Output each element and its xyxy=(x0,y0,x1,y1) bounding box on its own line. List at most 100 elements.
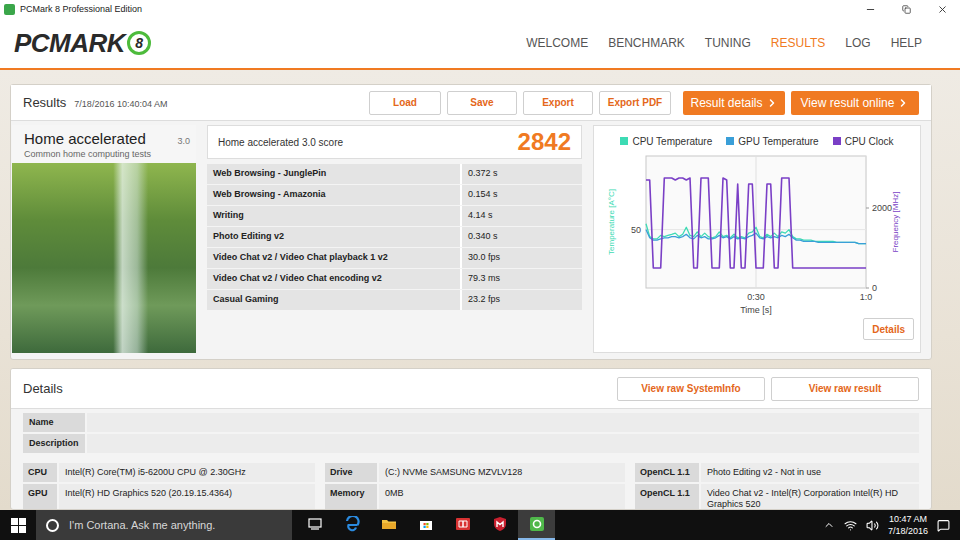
spec-value: Photo Editing v2 - Not in use xyxy=(701,463,919,482)
waterfall-photo xyxy=(12,163,196,353)
window-controls xyxy=(852,0,960,18)
benchmark-head: Home accelerated3.0 Common home computing… xyxy=(12,125,196,163)
cortana-search[interactable]: I'm Cortana. Ask me anything. xyxy=(36,510,292,540)
minimize-button[interactable] xyxy=(852,0,888,18)
restore-icon xyxy=(902,5,911,14)
results-action-button[interactable]: Export PDF xyxy=(599,91,671,115)
x-tick: 1:0 xyxy=(860,156,873,302)
test-name: Web Browsing - JunglePin xyxy=(207,164,462,184)
network-icon[interactable] xyxy=(844,519,857,532)
details-panel: Details View raw SystemInfoView raw resul… xyxy=(10,368,932,510)
taskbar-app[interactable] xyxy=(370,510,407,540)
results-header: Results7/18/2016 10:40:04 AMLoadSaveExpo… xyxy=(11,85,931,121)
svg-text:0: 0 xyxy=(872,283,877,293)
test-value: 4.14 s xyxy=(462,206,582,226)
taskbar-app[interactable] xyxy=(333,510,370,540)
spec-value: (C:) NVMe SAMSUNG MZVLV128 xyxy=(379,463,625,482)
details-body: Name Description CPUIntel(R) Core(TM) i5-6… xyxy=(11,409,931,510)
results-action-button[interactable]: Save xyxy=(447,91,517,115)
frequency-axis-label: Frequency [MHz] xyxy=(891,192,900,253)
logo-version: 8 xyxy=(127,31,151,55)
main-nav: WELCOME BENCHMARK TUNING RESULTS LOG HELP xyxy=(526,34,922,52)
task-view-icon xyxy=(307,516,323,532)
score-label: Home accelerated 3.0 score xyxy=(218,137,343,148)
time-axis-label: Time [s] xyxy=(740,305,772,315)
spec-grid: CPUIntel(R) Core(TM) i5-6200U CPU @ 2.30… xyxy=(23,463,919,510)
reader-app-icon xyxy=(455,516,471,532)
test-row: Web Browsing - JunglePin0.372 s xyxy=(207,164,582,184)
primary-button[interactable]: View result online xyxy=(791,91,919,115)
spec-cell: OpenCL 1.1Video Chat v2 - Intel(R) Corpo… xyxy=(635,484,919,510)
chevron-up-icon[interactable] xyxy=(823,519,835,531)
title-bar: PCMark 8 Professional Edition xyxy=(0,0,960,18)
primary-button[interactable]: Result details xyxy=(683,91,785,115)
taskbar-app[interactable] xyxy=(407,510,444,540)
field-label: Name xyxy=(23,413,85,432)
details-header: Details View raw SystemInfoView raw resul… xyxy=(11,369,931,409)
benchmark-version: 3.0 xyxy=(177,136,190,146)
pcmark-logo: PCMARK8 xyxy=(14,29,151,58)
app-icon xyxy=(4,4,15,15)
results-action-button[interactable]: Load xyxy=(369,91,441,115)
benchmark-title-row: Home accelerated3.0 xyxy=(24,130,190,147)
spec-label: Memory xyxy=(325,484,377,510)
details-title: Details xyxy=(23,381,63,396)
nav-item[interactable]: WELCOME xyxy=(526,34,588,52)
legend-item: GPU Temperature xyxy=(726,136,818,147)
legend-swatch xyxy=(833,137,841,145)
spec-value: Intel(R) HD Graphics 520 (20.19.15.4364) xyxy=(59,484,315,510)
chart-details-button[interactable]: Details xyxy=(863,318,914,340)
chart-panel: CPU TemperatureGPU TemperatureCPU Clock0… xyxy=(593,125,921,353)
details-action-button[interactable]: View raw result xyxy=(771,377,919,401)
spec-cell: Memory0MB xyxy=(325,484,625,510)
app-header: PCMARK8 WELCOME BENCHMARK TUNING RESULTS LOG H… xyxy=(0,18,960,70)
benchmark-description: Common home computing tests xyxy=(24,149,190,159)
taskbar-app[interactable] xyxy=(481,510,518,540)
spec-value: Intel(R) Core(TM) i5-6200U CPU @ 2.30GHz xyxy=(59,463,315,482)
edge-browser-icon xyxy=(344,516,360,532)
series-line xyxy=(646,230,866,244)
nav-item[interactable]: BENCHMARK xyxy=(608,34,685,52)
spec-value: Video Chat v2 - Intel(R) Corporation Int… xyxy=(701,484,919,510)
frequency-tick: 2000 xyxy=(866,203,892,213)
close-button[interactable] xyxy=(924,0,960,18)
spec-cell: GPUIntel(R) HD Graphics 520 (20.19.15.43… xyxy=(23,484,315,510)
test-row: Casual Gaming23.2 fps xyxy=(207,290,582,310)
search-placeholder: I'm Cortana. Ask me anything. xyxy=(69,519,215,531)
taskbar-app[interactable] xyxy=(296,510,333,540)
test-value: 30.0 fps xyxy=(462,248,582,268)
start-button[interactable] xyxy=(0,510,36,540)
minimize-icon xyxy=(865,4,876,15)
field-row: Description xyxy=(23,434,919,453)
clock[interactable]: 10:47 AM7/18/2016 xyxy=(888,513,928,537)
taskbar-app[interactable] xyxy=(444,510,481,540)
volume-icon[interactable] xyxy=(866,519,879,532)
chevron-right-icon xyxy=(766,97,778,109)
test-name: Web Browsing - Amazonia xyxy=(207,185,462,205)
pcmark-app-icon xyxy=(529,516,545,532)
field-label: Description xyxy=(23,434,85,453)
test-value: 0.340 s xyxy=(462,227,582,247)
spec-label: GPU xyxy=(23,484,57,510)
legend-item: CPU Clock xyxy=(833,136,894,147)
taskbar-apps xyxy=(296,510,555,540)
svg-text:0:30: 0:30 xyxy=(747,292,765,302)
nav-item[interactable]: HELP xyxy=(891,34,922,52)
taskbar-app[interactable] xyxy=(518,510,555,540)
nav-item[interactable]: TUNING xyxy=(705,34,751,52)
results-action-button[interactable]: Export xyxy=(523,91,593,115)
notifications-icon[interactable] xyxy=(937,519,950,532)
restore-button[interactable] xyxy=(888,0,924,18)
taskbar: I'm Cortana. Ask me anything. 10:47 AM7/1… xyxy=(0,510,960,540)
cortana-icon xyxy=(46,519,59,532)
field-value xyxy=(87,434,919,453)
spec-label: OpenCL 1.1 xyxy=(635,463,699,482)
results-panel: Results7/18/2016 10:40:04 AMLoadSaveExpo… xyxy=(10,84,932,360)
details-action-button[interactable]: View raw SystemInfo xyxy=(617,377,765,401)
test-row: Video Chat v2 / Video Chat encoding v279… xyxy=(207,269,582,289)
nav-item[interactable]: RESULTS xyxy=(771,34,825,52)
legend-swatch xyxy=(726,137,734,145)
nav-item[interactable]: LOG xyxy=(845,34,870,52)
sensor-chart: 0:301:05020000Temperature [A°C]Frequency… xyxy=(600,150,909,318)
store-icon xyxy=(418,516,434,532)
